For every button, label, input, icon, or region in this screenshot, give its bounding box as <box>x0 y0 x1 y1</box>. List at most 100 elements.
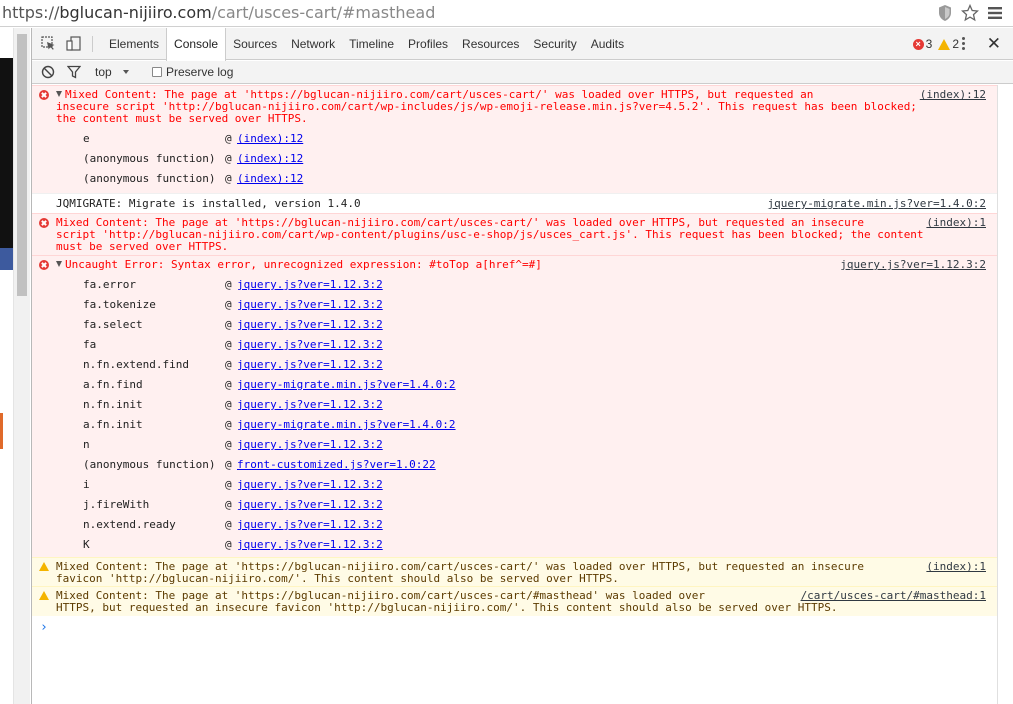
tabbar-separator <box>92 36 93 52</box>
source-link[interactable]: /cart/usces-cart/#masthead:1 <box>794 590 986 602</box>
page-dark-region <box>0 58 13 248</box>
stack-frame-link[interactable]: jquery.js?ver=1.12.3:2 <box>237 278 383 291</box>
source-link[interactable]: (index):12 <box>913 89 986 101</box>
page-orange-fragment <box>0 413 3 449</box>
browser-menu-icon[interactable] <box>987 6 1003 20</box>
console-message-text: Mixed Content: The page at 'https://bglu… <box>56 560 864 585</box>
clear-console-icon[interactable] <box>41 65 55 82</box>
source-link[interactable]: (index):1 <box>920 561 986 573</box>
stack-frame-link[interactable]: jquery.js?ver=1.12.3:2 <box>237 498 383 511</box>
stack-frame-link[interactable]: jquery.js?ver=1.12.3:2 <box>237 338 383 351</box>
stack-frame-link[interactable]: jquery.js?ver=1.12.3:2 <box>237 478 383 491</box>
stack-frame-function: fa <box>83 338 97 351</box>
tab-elements[interactable]: Elements <box>102 28 166 60</box>
stack-frame-link[interactable]: jquery.js?ver=1.12.3:2 <box>237 398 383 411</box>
chevron-down-icon <box>123 70 130 74</box>
warning-icon <box>39 591 49 600</box>
console-scrollbar[interactable] <box>997 85 1013 704</box>
stack-frame-function: n <box>83 438 90 451</box>
console-message-warning[interactable]: Mixed Content: The page at 'https://bglu… <box>32 557 1013 586</box>
page-scrollbar-thumb[interactable] <box>17 34 27 296</box>
device-mode-icon[interactable] <box>66 36 81 54</box>
warning-count-icon <box>938 38 951 50</box>
expand-triangle-icon[interactable] <box>56 261 62 267</box>
console-message-text: Mixed Content: The page at 'https://bglu… <box>56 88 917 125</box>
address-bar[interactable]: https://bglucan-nijiiro.com/cart/usces-c… <box>0 0 1013 27</box>
stack-frame-function: n.fn.init <box>83 398 143 411</box>
console-message-text: Mixed Content: The page at 'https://bglu… <box>56 216 924 253</box>
console-message-warning[interactable]: Mixed Content: The page at 'https://bglu… <box>32 586 1013 616</box>
console-message-error[interactable]: Uncaught Error: Syntax error, unrecogniz… <box>32 255 1013 557</box>
console-message-error[interactable]: Mixed Content: The page at 'https://bglu… <box>32 213 1013 255</box>
stack-frame-link[interactable]: jquery.js?ver=1.12.3:2 <box>237 538 383 551</box>
tab-network[interactable]: Network <box>284 28 342 60</box>
devtools-panel: Elements Console Sources Network Timelin… <box>32 28 1013 704</box>
url-host: bglucan-nijiiro.com <box>59 3 212 22</box>
stack-frame-function: fa.tokenize <box>83 298 156 311</box>
bookmark-star-icon[interactable] <box>961 4 979 22</box>
tab-timeline[interactable]: Timeline <box>342 28 401 60</box>
stack-frame-link[interactable]: (index):12 <box>237 132 303 145</box>
tab-profiles[interactable]: Profiles <box>401 28 455 60</box>
url-text[interactable]: https://bglucan-nijiiro.com/cart/usces-c… <box>2 3 435 22</box>
error-icon <box>39 260 49 270</box>
preserve-log-label: Preserve log <box>166 65 234 79</box>
preserve-log-checkbox[interactable] <box>152 67 162 77</box>
stack-frame-function: fa.error <box>83 278 136 291</box>
stack-frame-function: (anonymous function) <box>83 458 216 471</box>
source-link[interactable]: (index):1 <box>920 217 986 229</box>
preserve-log-toggle[interactable]: Preserve log <box>152 65 233 79</box>
stack-frame-link[interactable]: jquery.js?ver=1.12.3:2 <box>237 518 383 531</box>
issue-counters[interactable]: × 3 2 <box>912 37 959 51</box>
error-icon <box>39 218 49 228</box>
source-link[interactable]: jquery.js?ver=1.12.3:2 <box>834 259 986 271</box>
source-link[interactable]: jquery-migrate.min.js?ver=1.4.0:2 <box>761 198 986 210</box>
error-icon <box>39 90 49 100</box>
tab-sources[interactable]: Sources <box>226 28 284 60</box>
stack-frame-link[interactable]: (index):12 <box>237 172 303 185</box>
customize-menu-icon[interactable] <box>955 36 971 52</box>
url-scheme: https:// <box>2 3 60 22</box>
shield-icon[interactable] <box>937 4 953 22</box>
page-content-sliver <box>0 28 13 704</box>
stack-frame-link[interactable]: jquery.js?ver=1.12.3:2 <box>237 298 383 311</box>
close-devtools-button[interactable]: ✕ <box>987 35 1001 52</box>
stack-frame-link[interactable]: front-customized.js?ver=1.0:22 <box>237 458 436 471</box>
url-actions <box>937 2 1013 24</box>
console-output[interactable]: Mixed Content: The page at 'https://bglu… <box>32 85 1013 704</box>
warning-icon <box>39 562 49 571</box>
stack-frame-function: j.fireWith <box>83 498 150 511</box>
tab-resources[interactable]: Resources <box>455 28 526 60</box>
stack-frame-link[interactable]: jquery-migrate.min.js?ver=1.4.0:2 <box>237 418 456 431</box>
stack-frame-function: fa.select <box>83 318 143 331</box>
filter-icon[interactable] <box>66 65 82 82</box>
stack-frame-link[interactable]: jquery.js?ver=1.12.3:2 <box>237 358 383 371</box>
stack-frame-function: a.fn.find <box>83 378 143 391</box>
tab-audits[interactable]: Audits <box>584 28 631 60</box>
stack-frame-function: i <box>83 478 90 491</box>
context-selector-value: top <box>95 65 112 79</box>
stack-frame-link[interactable]: jquery.js?ver=1.12.3:2 <box>237 438 383 451</box>
stack-frame-link[interactable]: jquery.js?ver=1.12.3:2 <box>237 318 383 331</box>
stack-frame-function: (anonymous function) <box>83 172 216 185</box>
stack-frame-link[interactable]: (index):12 <box>237 152 303 165</box>
expand-triangle-icon[interactable] <box>56 91 62 97</box>
tab-console[interactable]: Console <box>166 28 227 61</box>
error-count: 3 <box>925 37 933 51</box>
stack-frame-function: e <box>83 132 90 145</box>
stack-frame-function: a.fn.init <box>83 418 143 431</box>
context-selector[interactable]: top <box>95 65 130 79</box>
error-count-icon: × <box>912 38 924 50</box>
page-scrollbar[interactable] <box>13 28 30 704</box>
console-message-log[interactable]: JQMIGRATE: Migrate is installed, version… <box>32 193 1013 213</box>
prompt-chevron-icon: › <box>40 620 48 635</box>
console-prompt[interactable]: › <box>40 620 48 635</box>
stack-frame-function: n.fn.extend.find <box>83 358 189 371</box>
stack-frame-link[interactable]: jquery-migrate.min.js?ver=1.4.0:2 <box>237 378 456 391</box>
stack-frame-function: n.extend.ready <box>83 518 176 531</box>
stack-frame-function: K <box>83 538 90 551</box>
console-message-error[interactable]: Mixed Content: The page at 'https://bglu… <box>32 85 1013 193</box>
tab-security[interactable]: Security <box>526 28 583 60</box>
inspect-element-icon[interactable] <box>41 36 56 54</box>
console-toolbar: top Preserve log <box>32 61 1013 84</box>
